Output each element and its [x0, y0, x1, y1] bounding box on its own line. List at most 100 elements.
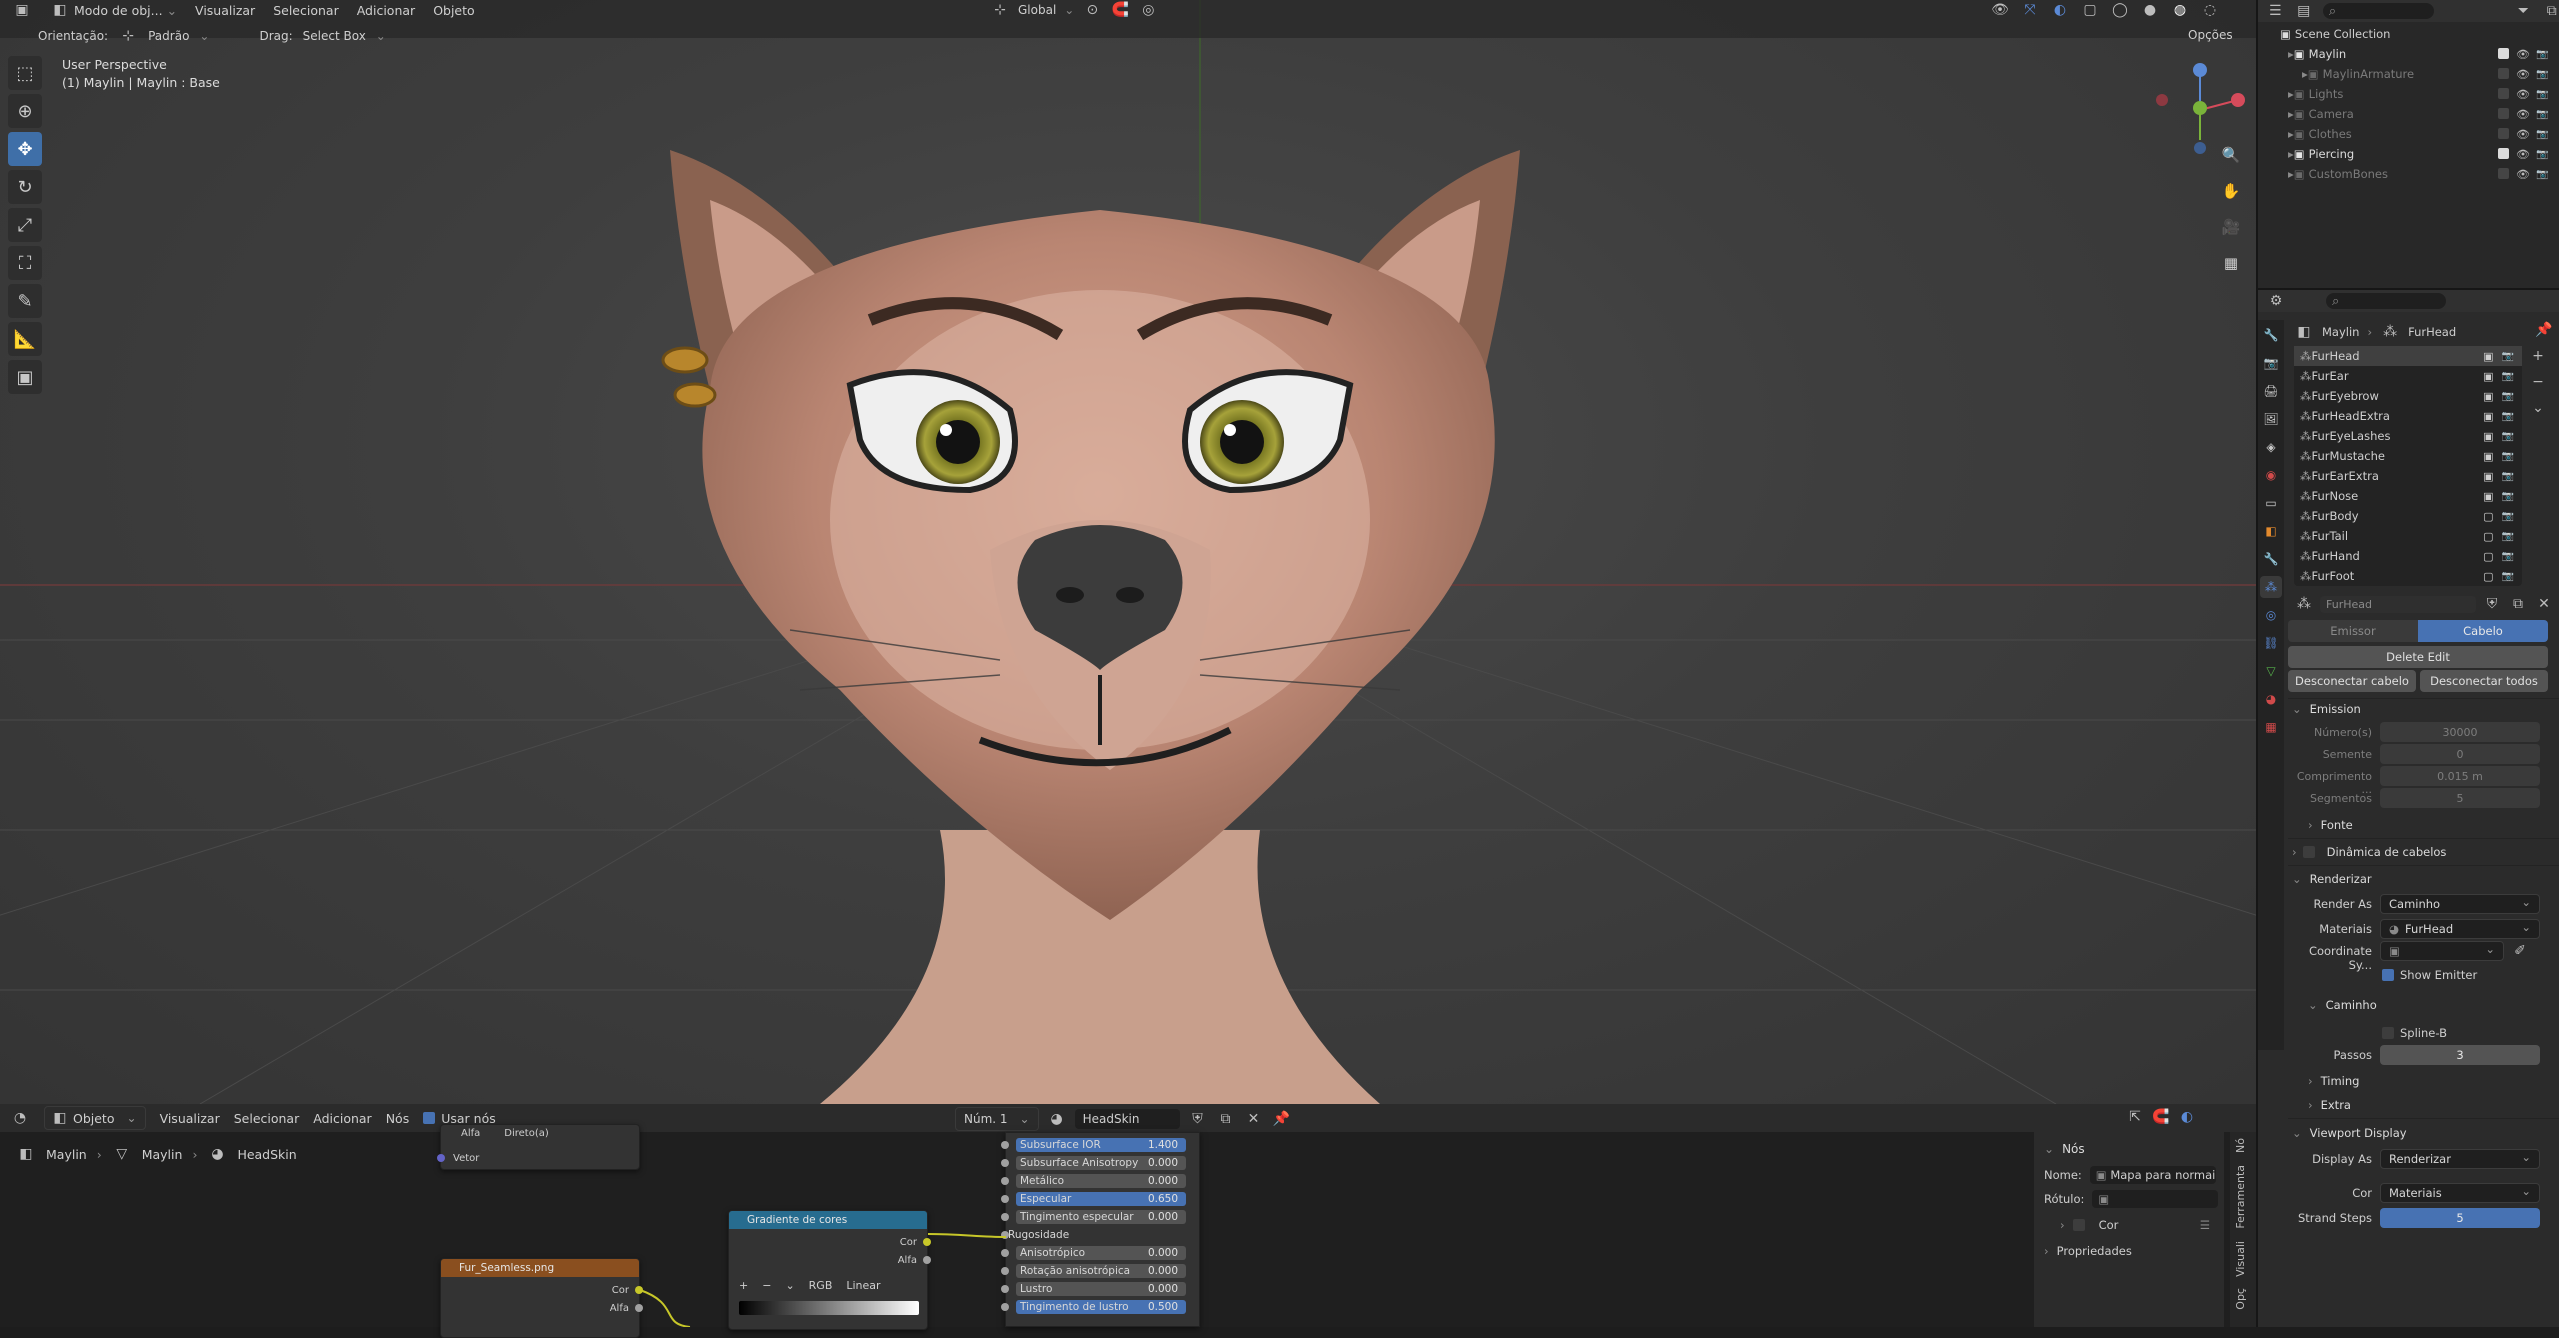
- editor-type-icon[interactable]: ⚙: [2266, 291, 2286, 311]
- visibility-eye-icon[interactable]: 👁: [2516, 148, 2530, 161]
- pivot-icon[interactable]: ⊙: [1082, 0, 1102, 20]
- particles-tab-icon[interactable]: ⁂: [2260, 576, 2282, 598]
- steps-field[interactable]: 3: [2380, 1045, 2540, 1065]
- display-mode-icon[interactable]: ▤: [2294, 1, 2312, 21]
- render-camera-icon[interactable]: 📷: [2536, 149, 2548, 160]
- render-visibility-icon[interactable]: 📷: [2502, 491, 2514, 502]
- length-field[interactable]: 0.015 m: [2380, 766, 2540, 786]
- visibility-icon[interactable]: 👁: [1990, 0, 2010, 20]
- exclude-checkbox[interactable]: [2498, 148, 2509, 159]
- exclude-checkbox[interactable]: [2498, 128, 2509, 139]
- list-menu-chevron-icon[interactable]: ⌄: [2528, 398, 2548, 418]
- outliner-item[interactable]: ▸ ▣ CustomBones 👁 📷: [2258, 164, 2559, 184]
- viewport-visibility-icon[interactable]: ▢: [2483, 550, 2493, 563]
- tab-view[interactable]: Visuali: [2230, 1235, 2251, 1283]
- character-render[interactable]: [640, 130, 1560, 1104]
- bsdf-input-row[interactable]: Tingimento de lustro 0.500: [1001, 1299, 1186, 1315]
- overlay-icon[interactable]: ◐: [2050, 0, 2070, 20]
- render-visibility-icon[interactable]: 📷: [2502, 451, 2514, 462]
- fake-user-icon[interactable]: ⛨: [2482, 594, 2502, 614]
- add-particle-system-icon[interactable]: +: [2528, 346, 2548, 366]
- path-subpanel-header[interactable]: ⌄ Caminho: [2308, 998, 2377, 1012]
- particle-system-item[interactable]: ⁂ FurFoot ▢ 📷: [2294, 566, 2522, 586]
- bsdf-input-row[interactable]: Anisotrópico 0.000: [1001, 1245, 1186, 1261]
- annotate-tool-icon[interactable]: ✎: [8, 284, 42, 318]
- render-visibility-icon[interactable]: 📷: [2502, 411, 2514, 422]
- hair-type-tab[interactable]: Cabelo: [2418, 620, 2548, 642]
- disconnect-hair-button[interactable]: Desconectar cabelo: [2288, 670, 2416, 692]
- new-collection-icon[interactable]: ⧉: [2543, 1, 2559, 21]
- gizmo-icon[interactable]: ⤧: [2020, 0, 2040, 20]
- pin-icon[interactable]: 📌: [2534, 320, 2554, 340]
- tab-options[interactable]: Opç: [2230, 1282, 2251, 1316]
- visibility-eye-icon[interactable]: 👁: [2516, 88, 2530, 101]
- exclude-checkbox[interactable]: [2498, 48, 2509, 59]
- filter-icon[interactable]: ⏷: [2514, 1, 2532, 21]
- material-dropdown[interactable]: ◕ FurHead: [2380, 919, 2540, 939]
- snap-icon[interactable]: 🧲: [1110, 0, 1130, 20]
- transform-tool-icon[interactable]: ⛶: [8, 246, 42, 280]
- pan-hand-icon[interactable]: ✋: [2218, 178, 2244, 204]
- display-as-dropdown[interactable]: Renderizar: [2380, 1149, 2540, 1169]
- unlink-icon[interactable]: ✕: [2534, 594, 2554, 614]
- particle-system-item[interactable]: ⁂ FurBody ▢ 📷: [2294, 506, 2522, 526]
- particle-system-item[interactable]: ⁂ FurHand ▢ 📷: [2294, 546, 2522, 566]
- extra-subpanel-header[interactable]: › Extra: [2308, 1098, 2351, 1112]
- bsdf-input-row[interactable]: Lustro 0.000: [1001, 1281, 1186, 1297]
- scene-collection-row[interactable]: ▣ Scene Collection: [2258, 24, 2559, 44]
- select-box-tool-icon[interactable]: ⬚: [8, 56, 42, 90]
- disconnect-all-button[interactable]: Desconectar todos: [2420, 670, 2548, 692]
- render-visibility-icon[interactable]: 📷: [2502, 511, 2514, 522]
- outliner-item[interactable]: ▸ ▣ Piercing 👁 📷: [2258, 144, 2559, 164]
- color-subsection[interactable]: › Cor ☰: [2060, 1218, 2210, 1232]
- tool-tab-icon[interactable]: 🔧: [2260, 324, 2282, 346]
- scale-tool-icon[interactable]: ⤢: [8, 208, 42, 242]
- render-camera-icon[interactable]: 📷: [2536, 129, 2548, 140]
- properties-search-input[interactable]: ⌕: [2326, 293, 2446, 309]
- tab-node[interactable]: Nó: [2230, 1132, 2251, 1159]
- node-name-field[interactable]: ▣ Mapa para normais: [2089, 1166, 2216, 1184]
- bspline-toggle[interactable]: Spline-B: [2382, 1026, 2447, 1040]
- render-as-dropdown[interactable]: Caminho: [2380, 894, 2540, 914]
- particle-system-item[interactable]: ⁂ FurTail ▢ 📷: [2294, 526, 2522, 546]
- viewport-visibility-icon[interactable]: ▣: [2483, 350, 2493, 363]
- cursor-tool-icon[interactable]: ⊕: [8, 94, 42, 128]
- viewport-visibility-icon[interactable]: ▣: [2483, 450, 2493, 463]
- drag-dropdown[interactable]: Select Box: [303, 29, 366, 43]
- render-tab-icon[interactable]: 📷: [2260, 352, 2282, 374]
- emitter-type-tab[interactable]: Emissor: [2288, 620, 2418, 642]
- particle-system-item[interactable]: ⁂ FurNose ▣ 📷: [2294, 486, 2522, 506]
- list-icon[interactable]: ☰: [2200, 1218, 2210, 1232]
- render-visibility-icon[interactable]: 📷: [2502, 571, 2514, 582]
- solid-shading-icon[interactable]: ●: [2140, 0, 2160, 20]
- menu-selecionar[interactable]: Selecionar: [273, 3, 339, 18]
- nodes-section-header[interactable]: ⌄ Nós: [2044, 1142, 2085, 1156]
- viewport-visibility-icon[interactable]: ▣: [2483, 370, 2493, 383]
- camera-view-icon[interactable]: 🎥: [2218, 214, 2244, 240]
- render-camera-icon[interactable]: 📷: [2536, 89, 2548, 100]
- wireframe-shading-icon[interactable]: ◯: [2110, 0, 2130, 20]
- parent-icon[interactable]: ⇱: [2125, 1107, 2145, 1127]
- editor-type-icon[interactable]: ▣: [12, 0, 32, 20]
- emission-panel-header[interactable]: ⌄ Emission: [2292, 702, 2361, 716]
- particle-system-item[interactable]: ⁂ FurEyebrow ▣ 📷: [2294, 386, 2522, 406]
- visibility-eye-icon[interactable]: 👁: [2516, 168, 2530, 181]
- menu-objeto[interactable]: Objeto: [433, 3, 475, 18]
- viewport-visibility-icon[interactable]: ▣: [2483, 470, 2493, 483]
- render-visibility-icon[interactable]: 📷: [2502, 471, 2514, 482]
- viewport-visibility-icon[interactable]: ▣: [2483, 390, 2493, 403]
- viewport-visibility-icon[interactable]: ▢: [2483, 530, 2493, 543]
- coordinate-system-field[interactable]: ▣: [2380, 941, 2504, 961]
- shader-node-editor[interactable]: ◔ ◧Objeto Visualizar Selecionar Adiciona…: [0, 1104, 2256, 1338]
- material-shading-icon[interactable]: ◍: [2170, 0, 2190, 20]
- texture-tab-icon[interactable]: ▦: [2260, 716, 2282, 738]
- viewport-visibility-icon[interactable]: ▢: [2483, 510, 2493, 523]
- bsdf-input-row[interactable]: Especular 0.650: [1001, 1191, 1186, 1207]
- render-camera-icon[interactable]: 📷: [2536, 49, 2548, 60]
- outliner-item[interactable]: ▸ ▣ Maylin 👁 📷: [2258, 44, 2559, 64]
- material-tab-icon[interactable]: ◕: [2260, 688, 2282, 710]
- object-tab-icon[interactable]: ◧: [2260, 520, 2282, 542]
- properties-subsection[interactable]: › Propriedades: [2044, 1244, 2132, 1258]
- physics-tab-icon[interactable]: ◎: [2260, 604, 2282, 626]
- mode-selector[interactable]: ◧ Modo de obj... ⌄: [50, 0, 177, 20]
